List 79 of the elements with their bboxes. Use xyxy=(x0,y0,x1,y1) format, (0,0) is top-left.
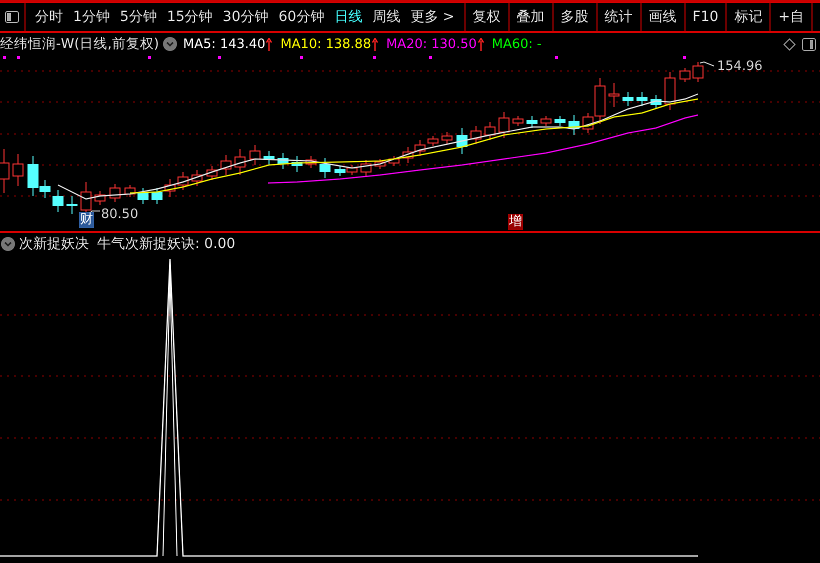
candlestick xyxy=(94,190,106,206)
candlestick xyxy=(622,92,634,106)
candlestick xyxy=(292,156,302,172)
candlestick xyxy=(664,72,676,110)
period-tab[interactable]: 周线 xyxy=(367,8,406,26)
moving-average-value: MA10: 138.88 xyxy=(280,36,372,52)
candlestick xyxy=(456,128,468,154)
period-tab[interactable]: 5分钟 xyxy=(114,8,162,26)
leader-line xyxy=(700,61,714,66)
candlestick xyxy=(138,188,148,204)
candlestick xyxy=(192,170,202,186)
candlestick xyxy=(470,126,482,144)
toolbar-button[interactable]: 画线 xyxy=(642,3,686,31)
moving-average-value: MA5: 143.40 xyxy=(183,36,266,52)
candlestick xyxy=(250,144,260,166)
candlestick xyxy=(320,158,330,178)
candlestick xyxy=(220,154,232,176)
candlestick xyxy=(692,62,704,82)
candlestick xyxy=(608,82,620,108)
candlestick xyxy=(360,160,372,176)
period-tab[interactable]: 1分钟 xyxy=(68,8,115,26)
toolbar-button[interactable]: 叠加 xyxy=(510,3,554,31)
event-badge[interactable]: 增 xyxy=(508,214,523,230)
toolbar-button[interactable]: +自 xyxy=(771,3,814,31)
candlestick xyxy=(0,148,10,194)
candlestick xyxy=(206,166,218,180)
candlestick xyxy=(12,154,24,186)
candlestick xyxy=(264,150,274,166)
candlestick xyxy=(428,136,438,146)
toolbar-button[interactable]: 复权 xyxy=(466,3,510,31)
candlestick xyxy=(234,148,246,176)
candlestick xyxy=(540,116,552,126)
candlestick xyxy=(178,172,188,190)
period-tab[interactable]: 30分钟 xyxy=(218,8,274,26)
candlestick xyxy=(484,122,496,140)
dropdown-icon[interactable] xyxy=(163,37,178,51)
candlestick xyxy=(110,184,120,202)
candlestick xyxy=(636,92,648,106)
panel-toggle-icon[interactable] xyxy=(802,38,816,50)
candlestick xyxy=(346,164,358,176)
price-label: 154.96 xyxy=(717,59,762,74)
toolbar-button[interactable]: F10 xyxy=(686,3,728,31)
candlestick xyxy=(388,156,400,166)
candlestick xyxy=(526,116,538,128)
candlestick xyxy=(334,166,346,176)
candlestick xyxy=(414,140,426,156)
toolbar-button[interactable]: 统计 xyxy=(598,3,642,31)
period-tab[interactable]: 更多 > xyxy=(405,8,460,26)
period-tab[interactable]: 日线 xyxy=(329,8,368,26)
indicator-value: 牛气次新捉妖诀: 0.00 xyxy=(97,235,236,253)
candlestick xyxy=(680,68,690,82)
price-label: 80.50 xyxy=(101,207,138,222)
moving-average-value: MA60: - xyxy=(492,36,542,52)
candlestick xyxy=(124,184,136,198)
dropdown-icon[interactable] xyxy=(1,237,15,251)
candlestick xyxy=(66,196,78,214)
candlestick xyxy=(278,152,288,170)
event-badge[interactable]: 财 xyxy=(79,212,94,228)
candlestick xyxy=(402,146,414,164)
candlestick xyxy=(374,158,386,170)
diamond-icon[interactable] xyxy=(783,38,796,50)
candlestick xyxy=(152,188,162,204)
candlestick xyxy=(650,94,662,110)
indicator-name: 次新捉妖决 xyxy=(19,235,89,253)
period-tab[interactable]: 分时 xyxy=(30,8,68,26)
toolbar-button[interactable]: 标记 xyxy=(727,3,772,31)
chart-title: 经纬恒润-W(日线,前复权) xyxy=(0,35,160,53)
candlestick xyxy=(568,114,580,136)
period-tab[interactable]: 60分钟 xyxy=(274,8,330,26)
candlestick xyxy=(498,112,510,138)
toolbar-button[interactable]: 多股 xyxy=(554,3,598,31)
candlestick xyxy=(554,116,566,126)
moving-average-value: MA20: 130.50 xyxy=(386,36,477,52)
candlestick xyxy=(512,116,524,126)
candlestick xyxy=(164,178,176,198)
period-tab[interactable]: 15分钟 xyxy=(162,8,218,26)
candlestick xyxy=(306,156,316,168)
candlestick xyxy=(52,190,64,212)
candlestick xyxy=(442,132,452,144)
